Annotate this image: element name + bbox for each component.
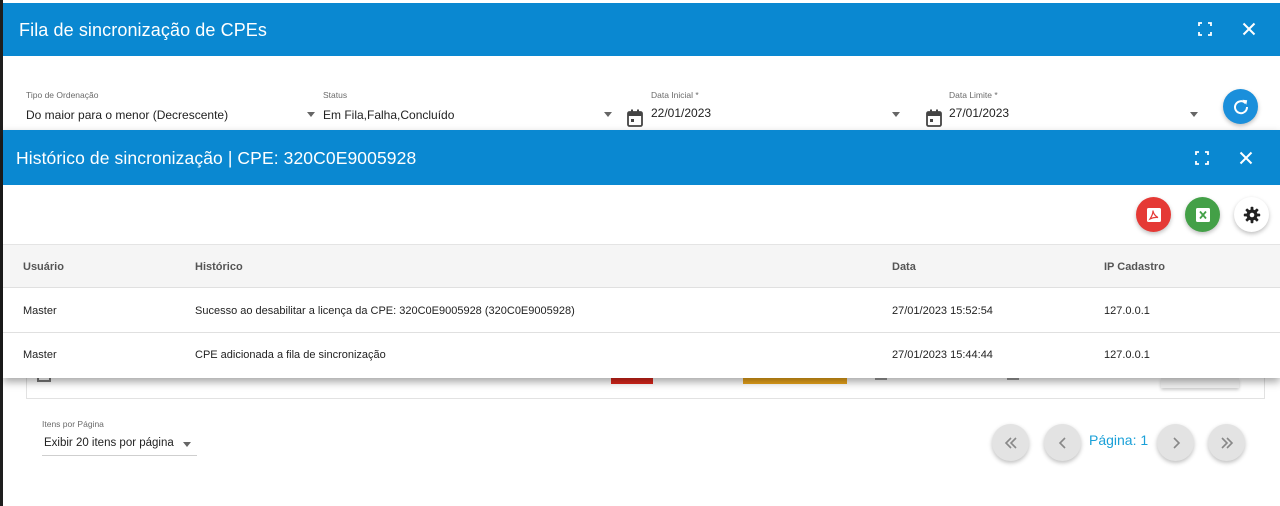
column-header-usuario[interactable]: Usuário <box>23 261 64 273</box>
column-header-ip-cadastro[interactable]: IP Cadastro <box>1104 261 1165 273</box>
end-date-field[interactable]: Data Limite * 27/01/2023 <box>949 90 1201 126</box>
end-date-label: Data Limite * <box>949 90 998 100</box>
close-icon[interactable] <box>1234 146 1258 170</box>
settings-button[interactable] <box>1234 197 1269 232</box>
history-table-header: Usuário Histórico Data IP Cadastro <box>3 244 1280 288</box>
cell-historico: Sucesso ao desabilitar a licença da CPE:… <box>195 305 575 317</box>
chevron-down-icon <box>892 112 900 117</box>
close-icon[interactable] <box>1237 17 1261 41</box>
export-pdf-button[interactable] <box>1136 197 1171 232</box>
outer-dialog-title: Fila de sincronização de CPEs <box>19 20 268 40</box>
start-date-label: Data Inicial * <box>651 90 699 100</box>
cell-data: 27/01/2023 15:44:44 <box>892 349 993 361</box>
status-select[interactable]: Status Em Fila,Falha,Concluído <box>323 90 615 126</box>
fullscreen-icon[interactable] <box>1193 17 1217 41</box>
calendar-icon[interactable] <box>627 109 643 127</box>
previous-page-button[interactable] <box>1044 424 1081 461</box>
column-header-historico[interactable]: Histórico <box>195 261 243 273</box>
refresh-button[interactable] <box>1223 89 1258 124</box>
end-date-value: 27/01/2023 <box>949 106 1010 120</box>
cell-usuario: Master <box>23 349 57 361</box>
history-dialog-header: Histórico de sincronização | CPE: 320C0E… <box>3 130 1280 185</box>
excel-icon <box>1195 207 1210 222</box>
ordering-select[interactable]: Tipo de Ordenação Do maior para o menor … <box>26 90 318 126</box>
items-per-page-select[interactable]: Itens por Página Exibir 20 itens por pág… <box>42 416 197 456</box>
items-per-page-value: Exibir 20 itens por página <box>44 437 174 449</box>
cell-ip: 127.0.0.1 <box>1104 305 1150 317</box>
chevron-down-icon <box>604 112 612 117</box>
double-chevron-right-icon <box>1220 436 1233 449</box>
table-row[interactable]: Master CPE adicionada a fila de sincroni… <box>3 333 1280 377</box>
start-date-field[interactable]: Data Inicial * 22/01/2023 <box>651 90 903 126</box>
column-header-data[interactable]: Data <box>892 261 916 273</box>
pdf-icon <box>1146 207 1161 222</box>
gear-icon <box>1243 206 1260 223</box>
next-page-button[interactable] <box>1157 424 1194 461</box>
first-page-button[interactable] <box>992 424 1029 461</box>
double-chevron-left-icon <box>1004 436 1017 449</box>
cell-data: 27/01/2023 15:52:54 <box>892 305 993 317</box>
last-page-button[interactable] <box>1208 424 1245 461</box>
status-label: Status <box>323 90 348 100</box>
export-excel-button[interactable] <box>1185 197 1220 232</box>
row-action-button[interactable] <box>1161 378 1239 388</box>
status-value: Em Fila,Falha,Concluído <box>323 108 455 122</box>
cell-historico: CPE adicionada a fila de sincronização <box>195 349 386 361</box>
status-badge <box>611 378 653 384</box>
status-badge <box>743 378 847 384</box>
calendar-icon[interactable] <box>926 109 942 127</box>
chevron-down-icon <box>1190 112 1198 117</box>
history-dialog-title: Histórico de sincronização | CPE: 320C0E… <box>16 148 417 168</box>
chevron-left-icon <box>1058 436 1066 449</box>
chevron-down-icon <box>183 442 191 447</box>
ordering-label: Tipo de Ordenação <box>26 90 99 100</box>
chevron-down-icon <box>307 112 315 117</box>
fullscreen-icon[interactable] <box>1190 146 1214 170</box>
refresh-icon <box>1233 99 1248 114</box>
cell-ip: 127.0.0.1 <box>1104 349 1150 361</box>
history-dialog: Histórico de sincronização | CPE: 320C0E… <box>3 130 1280 378</box>
table-row[interactable]: Master Sucesso ao desabilitar a licença … <box>3 289 1280 333</box>
chevron-right-icon <box>1172 436 1180 449</box>
cell-usuario: Master <box>23 305 57 317</box>
background-table <box>26 376 1265 399</box>
outer-dialog-header: Fila de sincronização de CPEs <box>3 3 1280 56</box>
page-indicator: Página: 1 <box>1089 432 1149 448</box>
divider <box>875 378 887 380</box>
items-per-page-label: Itens por Página <box>42 419 104 429</box>
divider <box>1007 378 1019 380</box>
ordering-value: Do maior para o menor (Decrescente) <box>26 108 229 122</box>
start-date-value: 22/01/2023 <box>651 106 712 120</box>
